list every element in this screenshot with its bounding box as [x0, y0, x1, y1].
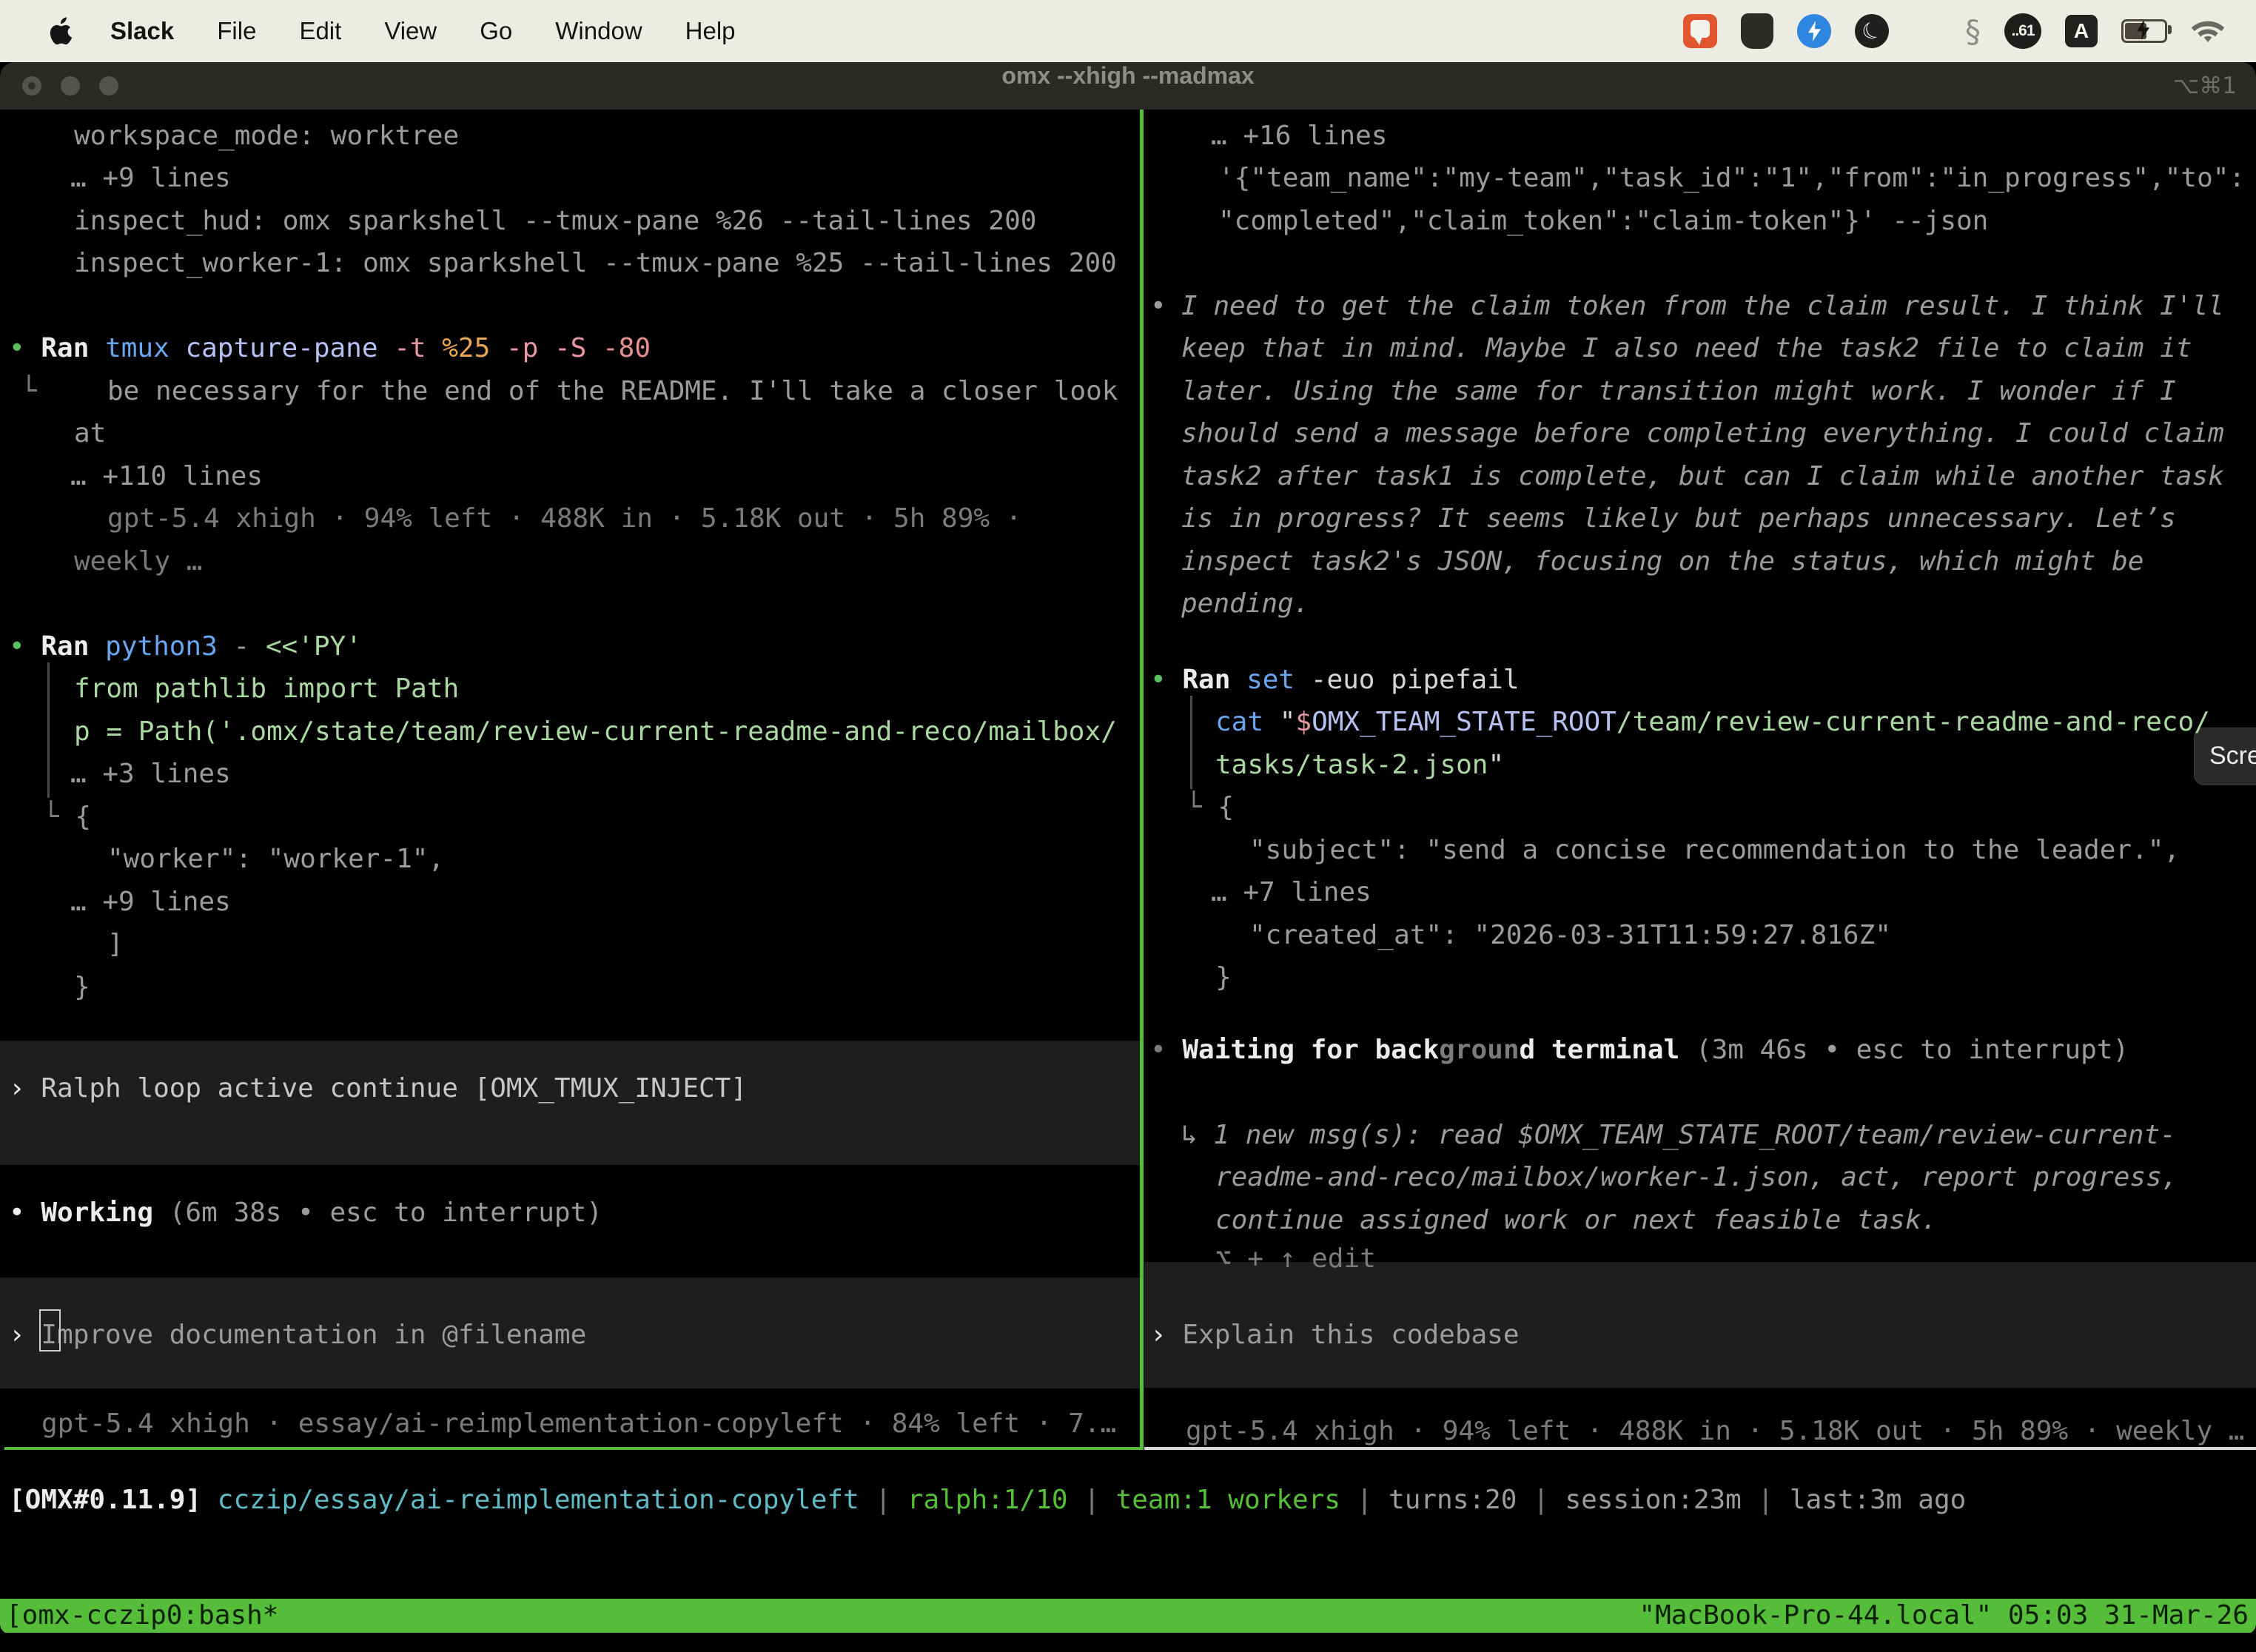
- menu-item-go[interactable]: Go: [458, 17, 534, 45]
- dots-grid-icon[interactable]: [1913, 17, 1941, 46]
- window-title: omx --xhigh --madmax: [0, 62, 2256, 110]
- wifi-icon[interactable]: [2191, 18, 2225, 44]
- macos-menu-bar: Slack File Edit View Go Window Help ☾ § …: [0, 0, 2256, 62]
- menu-item-help[interactable]: Help: [664, 17, 757, 45]
- tmux-host-clock: "MacBook-Pro-44.local" 05:03 31-Mar-26: [1639, 1599, 2249, 1633]
- chat-app-icon[interactable]: [1683, 14, 1717, 48]
- menu-item-view[interactable]: View: [363, 17, 458, 45]
- squiggle-icon[interactable]: §: [1965, 13, 1981, 50]
- blue-bolt-badge-icon[interactable]: [1797, 14, 1831, 48]
- menu-item-slack[interactable]: Slack: [89, 17, 195, 45]
- window-title-bar[interactable]: omx --xhigh --madmax ⌥⌘1: [0, 62, 2256, 110]
- keyboard-grid-icon[interactable]: [1741, 13, 1773, 49]
- menu-item-window[interactable]: Window: [534, 17, 663, 45]
- menu-status-icons: ☾ § ..61 A: [1683, 13, 2256, 50]
- input-source-icon[interactable]: A: [2065, 15, 2098, 47]
- tmux-session-label[interactable]: [omx-cczip0:bash*: [6, 1599, 278, 1633]
- tmux-status-bar: [omx-cczip0:bash* "MacBook-Pro-44.local"…: [0, 1599, 2256, 1633]
- battery-icon[interactable]: [2121, 19, 2167, 43]
- menu-item-edit[interactable]: Edit: [278, 17, 363, 45]
- apple-menu-icon[interactable]: [50, 17, 74, 45]
- crescent-app-icon[interactable]: ☾: [1849, 8, 1894, 53]
- window-shortcut-badge: ⌥⌘1: [2173, 62, 2237, 110]
- terminal-window: omx --xhigh --madmax ⌥⌘1 [omx-cczip0:bas…: [0, 62, 2256, 1634]
- count-badge-icon[interactable]: ..61: [2004, 13, 2041, 49]
- screen: Slack File Edit View Go Window Help ☾ § …: [0, 0, 2256, 1652]
- menu-left: Slack File Edit View Go Window Help: [0, 17, 757, 45]
- menu-item-file[interactable]: File: [195, 17, 278, 45]
